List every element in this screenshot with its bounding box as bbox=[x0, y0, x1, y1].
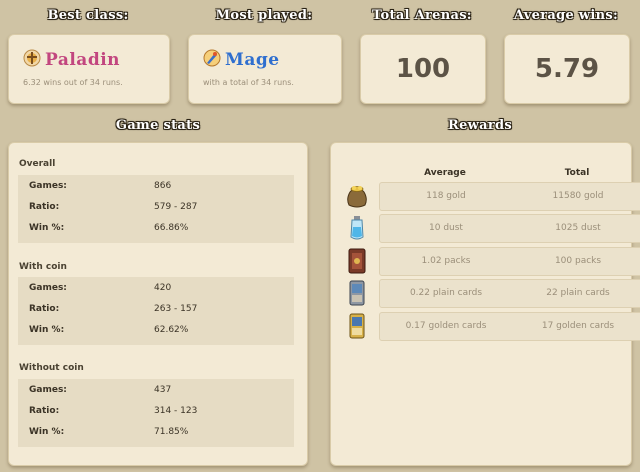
reward-row-gold: 118 gold 11580 gold bbox=[379, 182, 640, 211]
stats-box-with-coin: Games: 420 Ratio: 263 - 157 Win %: 62.62… bbox=[18, 277, 294, 345]
rewards-panel: Average Total 118 gold 11580 gold 10 dus… bbox=[330, 142, 640, 466]
stat-label: Ratio: bbox=[29, 202, 60, 212]
reward-row-plain-cards: 0.22 plain cards 22 plain cards bbox=[379, 279, 640, 308]
reward-average-value: 10 dust bbox=[429, 223, 463, 233]
stat-value: 66.86% bbox=[154, 223, 189, 233]
stat-value: 62.62% bbox=[154, 325, 189, 335]
stat-row-win-percent: Win %: 71.85% bbox=[18, 423, 294, 443]
plain-card-icon bbox=[345, 280, 369, 306]
reward-row-dust: 10 dust 1025 dust bbox=[379, 214, 640, 243]
reward-average-value: 118 gold bbox=[426, 191, 466, 201]
arcane-dust-icon bbox=[345, 215, 369, 241]
section-title-without-coin: Without coin bbox=[19, 363, 84, 373]
card-pack-icon bbox=[345, 248, 369, 274]
column-header-total: Total bbox=[564, 168, 590, 178]
average-wins-header: Average wins: bbox=[513, 8, 619, 23]
stat-row-games: Games: 420 bbox=[18, 279, 294, 299]
mage-class-icon bbox=[203, 49, 221, 67]
best-class-header: Best class: bbox=[47, 8, 129, 23]
stat-row-win-percent: Win %: 62.62% bbox=[18, 321, 294, 341]
stat-row-ratio: Ratio: 314 - 123 bbox=[18, 402, 294, 422]
stat-row-ratio: Ratio: 579 - 287 bbox=[18, 198, 294, 218]
stats-box-without-coin: Games: 437 Ratio: 314 - 123 Win %: 71.85… bbox=[18, 379, 294, 447]
column-header-average: Average bbox=[424, 168, 466, 178]
reward-average-value: 0.17 golden cards bbox=[405, 321, 487, 331]
average-wins-card: 5.79 bbox=[504, 34, 630, 104]
reward-total-value: 22 plain cards bbox=[546, 288, 610, 298]
reward-total-value: 100 packs bbox=[554, 256, 602, 266]
gold-bag-icon bbox=[345, 183, 369, 209]
stat-value: 420 bbox=[154, 283, 172, 293]
stat-label: Ratio: bbox=[29, 304, 60, 314]
stat-label: Win %: bbox=[29, 325, 65, 335]
game-stats-header: Game stats bbox=[115, 118, 201, 133]
most-played-class-name: Mage bbox=[225, 50, 280, 70]
stat-row-ratio: Ratio: 263 - 157 bbox=[18, 300, 294, 320]
stat-label: Games: bbox=[29, 283, 67, 293]
most-played-card: Mage with a total of 34 runs. bbox=[188, 34, 342, 104]
stat-value: 314 - 123 bbox=[154, 406, 198, 416]
reward-average-value: 0.22 plain cards bbox=[409, 288, 483, 298]
stat-row-games: Games: 437 bbox=[18, 381, 294, 401]
stat-row-games: Games: 866 bbox=[18, 177, 294, 197]
stat-value: 71.85% bbox=[154, 427, 189, 437]
best-class-card: Paladin 6.32 wins out of 34 runs. bbox=[8, 34, 170, 104]
reward-row-golden-cards: 0.17 golden cards 17 golden cards bbox=[379, 312, 640, 341]
stat-value: 263 - 157 bbox=[154, 304, 198, 314]
total-arenas-value: 100 bbox=[395, 54, 451, 84]
reward-average-value: 1.02 packs bbox=[421, 256, 471, 266]
section-title-overall: Overall bbox=[19, 159, 56, 169]
stat-label: Win %: bbox=[29, 223, 65, 233]
stat-value: 866 bbox=[154, 181, 172, 191]
golden-card-icon bbox=[345, 313, 369, 339]
reward-row-packs: 1.02 packs 100 packs bbox=[379, 247, 640, 276]
reward-total-value: 11580 gold bbox=[552, 191, 604, 201]
game-stats-panel: Overall Games: 866 Ratio: 579 - 287 Win … bbox=[8, 142, 308, 466]
best-class-subtitle: 6.32 wins out of 34 runs. bbox=[23, 78, 123, 87]
rewards-header: Rewards bbox=[447, 118, 513, 133]
stat-label: Ratio: bbox=[29, 406, 60, 416]
stat-label: Games: bbox=[29, 181, 67, 191]
stats-box-overall: Games: 866 Ratio: 579 - 287 Win %: 66.86… bbox=[18, 175, 294, 243]
most-played-subtitle: with a total of 34 runs. bbox=[203, 78, 294, 87]
best-class-name: Paladin bbox=[45, 50, 121, 70]
most-played-header: Most played: bbox=[215, 8, 313, 23]
reward-total-value: 1025 dust bbox=[555, 223, 601, 233]
stat-value: 579 - 287 bbox=[154, 202, 198, 212]
stat-label: Games: bbox=[29, 385, 67, 395]
reward-total-value: 17 golden cards bbox=[541, 321, 615, 331]
section-title-with-coin: With coin bbox=[19, 262, 67, 272]
total-arenas-card: 100 bbox=[360, 34, 486, 104]
stat-row-win-percent: Win %: 66.86% bbox=[18, 219, 294, 239]
average-wins-value: 5.79 bbox=[534, 54, 600, 84]
total-arenas-header: Total Arenas: bbox=[372, 8, 472, 23]
stat-label: Win %: bbox=[29, 427, 65, 437]
stat-value: 437 bbox=[154, 385, 172, 395]
paladin-class-icon bbox=[23, 49, 41, 67]
